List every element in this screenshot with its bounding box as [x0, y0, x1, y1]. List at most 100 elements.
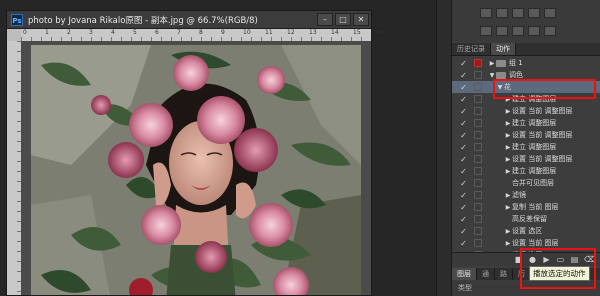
check-icon[interactable]: ✓ [459, 83, 468, 92]
expand-right-icon[interactable]: ▶ [504, 204, 512, 211]
levels-icon[interactable] [496, 8, 508, 18]
folder-icon [496, 59, 506, 67]
adjustments-panel[interactable] [452, 0, 600, 42]
gradient-map-icon[interactable] [544, 26, 556, 36]
document-window[interactable]: Ps photo by Jovana Rikalo原图 - 副本.jpg @ 6… [6, 10, 383, 296]
check-icon[interactable]: ✓ [459, 59, 468, 68]
ruler-vertical[interactable] [7, 41, 22, 295]
ruler-tick-label: 4 [111, 29, 115, 36]
ruler-tick-label: 9 [221, 29, 225, 36]
ruler-corner[interactable] [7, 29, 21, 41]
action-label: 高反差保留 [512, 215, 547, 223]
action-row[interactable]: ✓ ▶ 复制 当前 图层 [452, 201, 600, 213]
check-icon[interactable]: ✓ [459, 179, 468, 188]
action-row[interactable]: ✓ ▶ 设置 当前 调整图层 [452, 105, 600, 117]
dialog-toggle[interactable] [474, 107, 482, 115]
dialog-toggle[interactable] [474, 215, 482, 223]
hsl-icon[interactable] [480, 26, 492, 36]
action-row[interactable]: ✓ ▶ 滤镜 [452, 189, 600, 201]
dialog-toggle[interactable] [474, 119, 482, 127]
action-row[interactable]: ✓ ▶ 建立 调整图层 [452, 117, 600, 129]
dialog-toggle[interactable] [474, 131, 482, 139]
tab-0[interactable]: 图层 [452, 268, 477, 280]
panel-dock-strip[interactable] [436, 0, 452, 296]
action-label: 设置 当前 调整图层 [512, 107, 573, 115]
action-row[interactable]: ✓ ▶ 建立 调整图层 [452, 165, 600, 177]
check-icon[interactable]: ✓ [459, 215, 468, 224]
dialog-toggle[interactable] [474, 203, 482, 211]
action-label: 设置 当前 图层 [512, 239, 559, 247]
ruler-tick-label: 11 [265, 29, 273, 36]
ruler-tick-label: 6 [155, 29, 159, 36]
check-icon[interactable]: ✓ [459, 227, 468, 236]
color-balance-icon[interactable] [496, 26, 508, 36]
dialog-toggle[interactable] [474, 227, 482, 235]
ruler-tick-label: 5 [133, 29, 137, 36]
dialog-toggle[interactable] [474, 191, 482, 199]
check-icon[interactable]: ✓ [459, 203, 468, 212]
photoshop-icon: Ps [11, 13, 23, 26]
ruler-tick-label: 15 [353, 29, 361, 36]
check-icon[interactable]: ✓ [459, 167, 468, 176]
expand-right-icon[interactable]: ▶ [504, 228, 512, 235]
dialog-toggle[interactable] [474, 59, 482, 67]
check-icon[interactable]: ✓ [459, 191, 468, 200]
action-row[interactable]: ✓ ▶ 设置 当前 调整图层 [452, 153, 600, 165]
document-title: photo by Jovana Rikalo原图 - 副本.jpg @ 66.7… [28, 15, 258, 26]
expand-right-icon[interactable]: ▶ [504, 168, 512, 175]
check-icon[interactable]: ✓ [459, 239, 468, 248]
action-row[interactable]: ✓ ▶ 建立 调整图层 [452, 141, 600, 153]
expand-right-icon[interactable]: ▶ [504, 120, 512, 127]
check-icon[interactable]: ✓ [459, 143, 468, 152]
action-row[interactable]: ✓ ▶ 组 1 [452, 57, 600, 69]
action-row[interactable]: ✓ 高反差保留 [452, 213, 600, 225]
check-icon[interactable]: ✓ [459, 71, 468, 80]
expand-down-icon[interactable]: ▼ [488, 72, 496, 79]
ruler-tick-label: 12 [287, 29, 295, 36]
action-label: 组 1 [509, 59, 523, 67]
expand-right-icon[interactable]: ▶ [504, 240, 512, 247]
tab-2[interactable]: 路 [495, 268, 513, 280]
check-icon[interactable]: ✓ [459, 155, 468, 164]
dialog-toggle[interactable] [474, 155, 482, 163]
dialog-toggle[interactable] [474, 71, 482, 79]
action-row[interactable]: ✓ ▶ 设置 当前 调整图层 [452, 129, 600, 141]
dialog-toggle[interactable] [474, 143, 482, 151]
channel-mixer-icon[interactable] [528, 26, 540, 36]
ruler-tick-label: 10 [243, 29, 251, 36]
expand-right-icon[interactable]: ▶ [488, 60, 496, 67]
expand-right-icon[interactable]: ▶ [504, 156, 512, 163]
check-icon[interactable]: ✓ [459, 107, 468, 116]
check-icon[interactable]: ✓ [459, 119, 468, 128]
tab-1[interactable]: 动作 [491, 43, 516, 55]
check-icon[interactable]: ✓ [459, 131, 468, 140]
dialog-toggle[interactable] [474, 83, 482, 91]
tab-1[interactable]: 通 [477, 268, 495, 280]
canvas-area[interactable] [21, 41, 371, 295]
expand-right-icon[interactable]: ▶ [504, 108, 512, 115]
check-icon[interactable]: ✓ [459, 95, 468, 104]
photo-filter-icon[interactable] [512, 26, 524, 36]
action-row[interactable]: ✓ ▶设置 选区 [452, 225, 600, 237]
maximize-button[interactable]: □ [335, 13, 351, 26]
expand-right-icon[interactable]: ▶ [504, 192, 512, 199]
photo-canvas[interactable] [31, 45, 361, 295]
action-row[interactable]: ✓ 合并可见图层 [452, 177, 600, 189]
dialog-toggle[interactable] [474, 239, 482, 247]
exposure-icon[interactable] [528, 8, 540, 18]
brightness-icon[interactable] [480, 8, 492, 18]
close-button[interactable]: ✕ [353, 13, 369, 26]
dialog-toggle[interactable] [474, 179, 482, 187]
expand-right-icon[interactable]: ▶ [504, 132, 512, 139]
minimize-button[interactable]: – [317, 13, 333, 26]
curves-icon[interactable] [512, 8, 524, 18]
history-actions-tabs: 历史记录 动作 [452, 43, 600, 56]
action-label: 建立 调整图层 [512, 167, 557, 175]
expand-right-icon[interactable]: ▶ [504, 144, 512, 151]
tab-0[interactable]: 历史记录 [452, 43, 491, 55]
vibrance-icon[interactable] [544, 8, 556, 18]
action-label: 滤镜 [512, 191, 526, 199]
ruler-tick-label: 13 [309, 29, 317, 36]
dialog-toggle[interactable] [474, 167, 482, 175]
dialog-toggle[interactable] [474, 95, 482, 103]
